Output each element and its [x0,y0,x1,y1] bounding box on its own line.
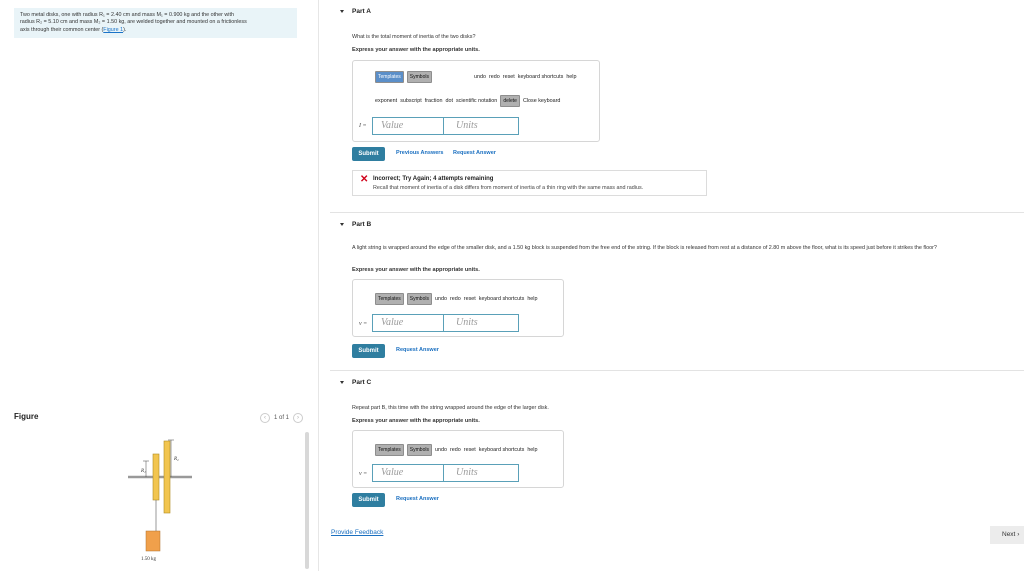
problem-line-2: radius R₂ = 5.10 cm and mass M₂ = 1.50 k… [20,19,247,26]
redo-button[interactable]: redo [489,74,500,80]
help-button[interactable]: help [566,74,576,80]
part-c-value-input[interactable]: Value [372,464,444,482]
feedback-title: Incorrect; Try Again; 4 attempts remaini… [373,176,494,182]
panel-divider [318,0,319,571]
hanging-block [145,530,161,552]
figure-scrollbar[interactable] [305,432,309,569]
symbols-button[interactable]: Symbols [406,444,432,456]
figure-page-count: 1 of 1 [274,415,290,421]
part-a-question: What is the total moment of inertia of t… [352,34,476,40]
part-c-answer-box: Templates Symbols undo redo reset keyboa… [352,430,564,488]
symbols-button[interactable]: Symbols [406,293,432,305]
undo-button[interactable]: undo [435,447,447,453]
part-b-title: Part B [352,221,372,228]
part-a-feedback: ✕ Incorrect; Try Again; 4 attempts remai… [352,170,707,196]
next-label: Next [1002,531,1016,538]
redo-button[interactable]: redo [450,447,461,453]
next-button[interactable]: Next › [990,526,1024,544]
templates-button[interactable]: Templates [375,71,404,83]
keyboard-shortcuts-button[interactable]: keyboard shortcuts [479,447,525,453]
part-b-submit-button[interactable]: Submit [352,344,385,358]
disk-figure: R₁ R₂ 1.50 kg [128,439,192,562]
part-a-header[interactable]: Part A [340,8,371,15]
large-disk [163,440,171,514]
problem-line-1: Two metal disks, one with radius R₁ = 2.… [20,12,234,18]
close-keyboard-button[interactable]: Close keyboard [523,98,560,104]
part-c-variable: v = [359,471,368,477]
dot-button[interactable]: dot [445,98,453,104]
part-a-previous-answers-link[interactable]: Previous Answers [396,150,443,156]
part-a-units-input[interactable]: Units [443,117,519,135]
symbols-button[interactable]: Symbols [406,71,432,83]
fraction-button[interactable]: fraction [425,98,443,104]
part-a-value-input[interactable]: Value [372,117,444,135]
collapse-caret-icon [340,381,344,384]
prev-figure-button[interactable]: ‹ [260,413,270,423]
scientific-notation-button[interactable]: scientific notation [456,98,497,104]
templates-button[interactable]: Templates [375,293,404,305]
part-b-value-input[interactable]: Value [372,314,444,332]
part-b-instruction: Express your answer with the appropriate… [352,267,480,273]
part-b-request-answer-link[interactable]: Request Answer [396,347,439,353]
part-c-toolbar: Templates Symbols undo redo reset keyboa… [375,444,538,456]
r2-label: R₂ [173,457,179,462]
part-c-request-answer-link[interactable]: Request Answer [396,496,439,502]
incorrect-x-icon: ✕ [360,174,369,185]
part-c-header[interactable]: Part C [340,379,371,386]
part-c-question: Repeat part B, this time with the string… [352,405,549,411]
provide-feedback-link[interactable]: Provide Feedback [331,529,383,536]
part-a-answer-box: Templates Symbols undo redo reset keyboa… [352,60,600,142]
redo-button[interactable]: redo [450,296,461,302]
figure-link[interactable]: Figure 1 [103,27,123,33]
help-button[interactable]: help [527,447,537,453]
reset-button[interactable]: reset [464,296,476,302]
feedback-message: Recall that moment of inertia of a disk … [373,185,644,191]
next-figure-button[interactable]: › [293,413,304,423]
chevron-right-icon: › [1017,531,1020,538]
figure-pager: ‹ 1 of 1 › [260,413,304,423]
exponent-button[interactable]: exponent [375,98,397,104]
part-c-instruction: Express your answer with the appropriate… [352,418,480,424]
part-b-header[interactable]: Part B [340,221,371,228]
part-a-toolbar-row1: Templates Symbols undo redo reset keyboa… [375,71,577,83]
collapse-caret-icon [340,223,344,226]
delete-button[interactable]: delete [500,95,520,107]
part-c-submit-button[interactable]: Submit [352,493,385,507]
part-a-request-answer-link[interactable]: Request Answer [453,150,496,156]
problem-line-3: axis through their common center (Figure… [20,26,127,33]
subscript-button[interactable]: subscript [400,98,422,104]
block-mass-label: 1.50 kg [141,557,157,562]
part-b-answer-box: Templates Symbols undo redo reset keyboa… [352,279,564,337]
small-disk [152,453,160,501]
part-a-instruction: Express your answer with the appropriate… [352,47,480,53]
part-a-toolbar-row2: exponent subscript fraction dot scientif… [375,95,560,107]
part-divider [330,212,1024,213]
part-a-title: Part A [352,8,371,15]
part-c-units-input[interactable]: Units [443,464,519,482]
part-b-toolbar: Templates Symbols undo redo reset keyboa… [375,293,538,305]
problem-statement: Two metal disks, one with radius R₁ = 2.… [14,8,297,38]
r1-label: R₁ [140,469,146,474]
part-b-units-input[interactable]: Units [443,314,519,332]
help-button[interactable]: help [527,296,537,302]
undo-button[interactable]: undo [474,74,486,80]
templates-button[interactable]: Templates [375,444,404,456]
part-a-submit-button[interactable]: Submit [352,147,385,161]
reset-button[interactable]: reset [464,447,476,453]
keyboard-shortcuts-button[interactable]: keyboard shortcuts [518,74,564,80]
figure-label: Figure [14,412,39,421]
part-b-variable: v = [359,321,368,327]
part-a-variable: I = [359,123,367,129]
collapse-caret-icon [340,10,344,13]
reset-button[interactable]: reset [503,74,515,80]
keyboard-shortcuts-button[interactable]: keyboard shortcuts [479,296,525,302]
part-divider [330,370,1024,371]
part-c-title: Part C [352,379,372,386]
undo-button[interactable]: undo [435,296,447,302]
part-b-question: A light string is wrapped around the edg… [352,245,937,251]
